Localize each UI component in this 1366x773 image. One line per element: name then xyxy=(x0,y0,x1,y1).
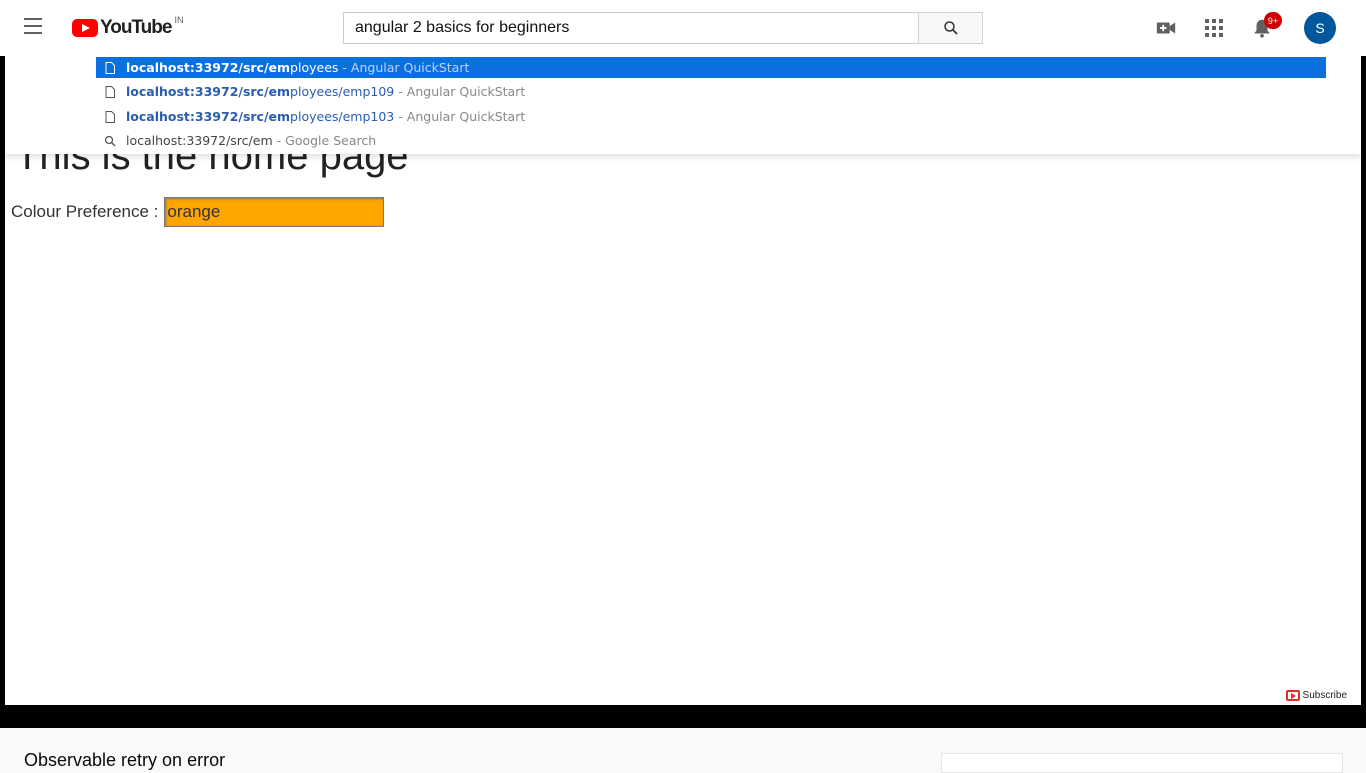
video-player[interactable]: This is the home page Colour Preference … xyxy=(0,56,1366,728)
sidebar-card xyxy=(941,753,1343,773)
search-button[interactable] xyxy=(918,12,983,44)
search-box xyxy=(343,12,919,44)
subscribe-watermark-label: Subscribe xyxy=(1302,690,1347,701)
colour-preference-label: Colour Preference : xyxy=(11,202,159,221)
notification-count-badge: 9+ xyxy=(1264,12,1282,29)
page-icon xyxy=(104,110,116,124)
subscribe-watermark[interactable]: Subscribe xyxy=(1285,690,1347,701)
youtube-subscribe-icon xyxy=(1285,690,1300,701)
colour-preference-input[interactable] xyxy=(164,197,385,227)
autocomplete-item[interactable]: localhost:33972/src/em ployees/emp109 - A… xyxy=(96,81,1326,102)
youtube-logo[interactable]: YouTube IN xyxy=(72,15,184,39)
colour-preference-row: Colour Preference : xyxy=(11,197,385,227)
guide-menu-icon[interactable] xyxy=(24,18,48,38)
search-icon xyxy=(943,21,958,35)
masthead: YouTube IN 9+ S xyxy=(0,0,1366,56)
account-avatar[interactable]: S xyxy=(1304,12,1336,44)
autocomplete-item[interactable]: localhost:33972/src/em ployees - Angular … xyxy=(96,57,1326,78)
autocomplete-item[interactable]: localhost:33972/src/em ployees/emp103 - A… xyxy=(96,106,1326,127)
omnibox-autocomplete-dropdown: localhost:33972/src/em ployees - Angular … xyxy=(5,56,1361,154)
page-icon xyxy=(104,85,116,99)
below-player: Observable retry on error xyxy=(0,728,1366,773)
youtube-play-icon xyxy=(72,19,98,37)
create-video-icon[interactable] xyxy=(1154,16,1178,40)
search-input[interactable] xyxy=(355,19,907,37)
search-icon xyxy=(104,134,116,148)
country-code: IN xyxy=(174,15,184,25)
logo-text: YouTube xyxy=(100,17,172,38)
autocomplete-item[interactable]: localhost:33972/src/em - Google Search xyxy=(96,130,1326,151)
page-icon xyxy=(104,61,116,75)
apps-grid-icon[interactable] xyxy=(1202,16,1226,40)
video-content: This is the home page Colour Preference … xyxy=(5,56,1361,705)
